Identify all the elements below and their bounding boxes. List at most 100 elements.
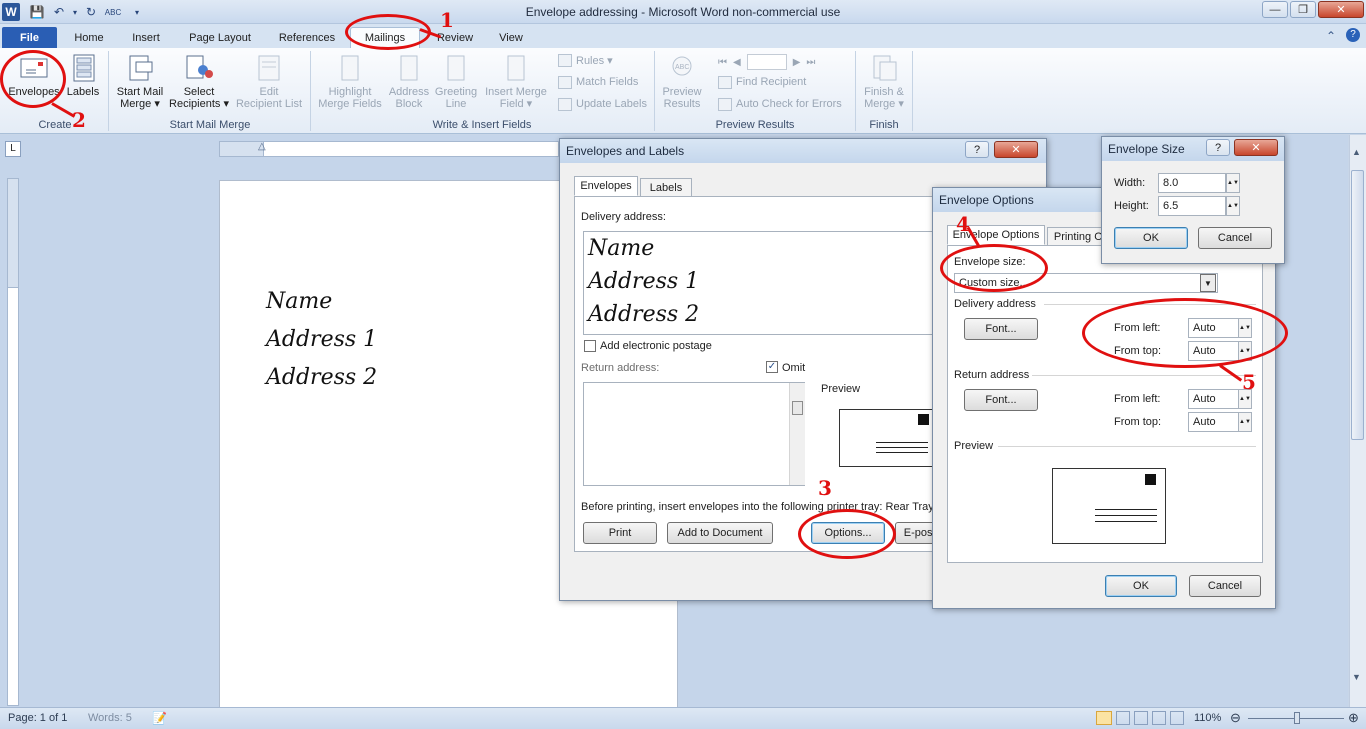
delivery-font-button[interactable]: Font... <box>964 318 1038 340</box>
auto-check-icon <box>718 97 732 111</box>
return-address-input[interactable] <box>583 382 805 486</box>
address-block-button[interactable]: Address Block <box>386 52 432 110</box>
horizontal-ruler[interactable] <box>219 141 559 157</box>
help-icon[interactable]: ? <box>1346 28 1360 42</box>
close-icon[interactable]: ✕ <box>994 141 1038 158</box>
auto-check-label: Auto Check for Errors <box>736 98 842 110</box>
return-from-top-stepper[interactable]: ▲▼ <box>1238 412 1252 432</box>
preview-section: Preview <box>954 440 994 452</box>
add-postage-checkbox[interactable] <box>584 340 596 352</box>
indent-marker-icon[interactable]: △ <box>258 141 268 157</box>
greeting-line-button[interactable]: Greeting Line <box>432 52 480 110</box>
document-line: Address 1 <box>266 327 378 352</box>
delivery-address-label: Delivery address: <box>581 211 666 223</box>
labels-button[interactable]: Labels <box>64 52 102 98</box>
close-icon[interactable]: ✕ <box>1234 139 1278 156</box>
annotation-number: 3 <box>818 476 832 500</box>
insert-merge-field-button[interactable]: Insert Merge Field ▾ <box>480 52 552 110</box>
height-input[interactable]: 6.5 <box>1158 196 1226 216</box>
zoom-in-icon[interactable]: ⊕ <box>1348 710 1359 726</box>
next-record-icon[interactable]: ▶ <box>793 57 801 68</box>
ok-button[interactable]: OK <box>1114 227 1188 249</box>
last-record-icon[interactable]: ⏭ <box>806 57 815 68</box>
group-label-write-insert: Write & Insert Fields <box>432 119 532 131</box>
help-icon[interactable]: ? <box>1206 139 1230 156</box>
envelope-preview[interactable] <box>839 409 935 467</box>
document-line: Address 2 <box>266 365 378 390</box>
page-count[interactable]: Page: 1 of 1 <box>8 712 67 724</box>
height-stepper[interactable]: ▲▼ <box>1226 196 1240 216</box>
collapse-ribbon-icon[interactable]: ⌃ <box>1326 29 1336 43</box>
group-label-start-mail-merge: Start Mail Merge <box>169 119 251 131</box>
outline-icon[interactable] <box>1152 711 1166 725</box>
scrollbar-thumb[interactable] <box>792 401 803 415</box>
help-icon[interactable]: ? <box>965 141 989 158</box>
auto-check-errors-button[interactable]: Auto Check for Errors <box>718 94 842 114</box>
tab-review[interactable]: Review <box>424 27 486 48</box>
ok-button[interactable]: OK <box>1105 575 1177 597</box>
find-recipient-button[interactable]: Find Recipient <box>718 72 806 92</box>
group-label-create: Create <box>38 119 72 131</box>
return-address-section: Return address <box>954 369 1030 381</box>
omit-checkbox[interactable]: ✓ <box>766 361 778 373</box>
restore-icon[interactable]: ❐ <box>1290 1 1316 18</box>
return-address-scrollbar[interactable] <box>789 383 805 485</box>
tab-labels[interactable]: Labels <box>640 178 692 198</box>
rules-label: Rules ▾ <box>576 54 613 67</box>
tab-view[interactable]: View <box>490 27 532 48</box>
width-stepper[interactable]: ▲▼ <box>1226 173 1240 193</box>
return-from-left-input[interactable]: Auto <box>1188 389 1244 409</box>
record-number-input[interactable] <box>746 54 787 70</box>
preview-label: Preview <box>821 383 861 395</box>
scroll-down-icon[interactable]: ▼ <box>1352 672 1361 682</box>
cancel-button[interactable]: Cancel <box>1198 227 1272 249</box>
minimize-icon[interactable]: — <box>1262 1 1288 18</box>
highlight-merge-fields-button[interactable]: Highlight Merge Fields <box>314 52 386 110</box>
finish-merge-label: Finish & Merge ▾ <box>864 86 904 110</box>
zoom-slider-handle[interactable] <box>1294 712 1300 724</box>
rules-button[interactable]: Rules ▾ <box>558 50 613 70</box>
web-layout-icon[interactable] <box>1134 711 1148 725</box>
full-screen-reading-icon[interactable] <box>1116 711 1130 725</box>
width-input[interactable]: 8.0 <box>1158 173 1226 193</box>
close-icon[interactable]: ✕ <box>1318 1 1364 18</box>
tab-page-layout[interactable]: Page Layout <box>178 27 262 48</box>
update-labels-button[interactable]: Update Labels <box>558 94 647 114</box>
tab-home[interactable]: Home <box>64 27 114 48</box>
proofing-icon[interactable]: 📝 <box>152 711 167 725</box>
word-count[interactable]: Words: 5 <box>88 712 132 724</box>
scroll-up-icon[interactable]: ▲ <box>1352 147 1361 157</box>
finish-merge-button[interactable]: Finish & Merge ▾ <box>858 52 910 110</box>
tab-references[interactable]: References <box>268 27 346 48</box>
tray-instructions: Before printing, insert envelopes into t… <box>581 501 934 513</box>
return-from-top-input[interactable]: Auto <box>1188 412 1244 432</box>
chevron-down-icon[interactable]: ▼ <box>1200 274 1216 292</box>
tab-file[interactable]: File <box>2 27 57 48</box>
draft-icon[interactable] <box>1170 711 1184 725</box>
group-label-preview-results: Preview Results <box>715 119 795 131</box>
group-separator <box>108 51 109 131</box>
zoom-out-icon[interactable]: ⊖ <box>1230 710 1241 726</box>
tab-envelopes[interactable]: Envelopes <box>574 176 638 196</box>
annotation-number: 2 <box>72 108 86 132</box>
preview-results-button[interactable]: ABC Preview Results <box>658 52 706 110</box>
zoom-level[interactable]: 110% <box>1194 712 1221 724</box>
match-fields-button[interactable]: Match Fields <box>558 72 638 92</box>
first-record-icon[interactable]: ⏮ <box>718 57 727 68</box>
scrollbar-thumb[interactable] <box>1351 170 1364 440</box>
start-mail-merge-button[interactable]: Start Mail Merge ▾ <box>112 52 168 110</box>
add-to-document-button[interactable]: Add to Document <box>667 522 773 544</box>
return-font-button[interactable]: Font... <box>964 389 1038 411</box>
previous-record-icon[interactable]: ◀ <box>733 57 741 68</box>
cancel-button[interactable]: Cancel <box>1189 575 1261 597</box>
labels-icon <box>73 54 95 82</box>
tab-insert[interactable]: Insert <box>120 27 172 48</box>
edit-recipient-list-button[interactable]: Edit Recipient List <box>232 52 306 110</box>
preview-line <box>1095 515 1157 516</box>
tab-selector-icon[interactable]: L <box>5 141 21 157</box>
print-layout-icon[interactable] <box>1096 711 1112 725</box>
envelope-preview[interactable] <box>1052 468 1166 544</box>
preview-results-icon: ABC <box>672 56 692 76</box>
select-recipients-button[interactable]: Select Recipients ▾ <box>166 52 232 110</box>
print-button[interactable]: Print <box>583 522 657 544</box>
